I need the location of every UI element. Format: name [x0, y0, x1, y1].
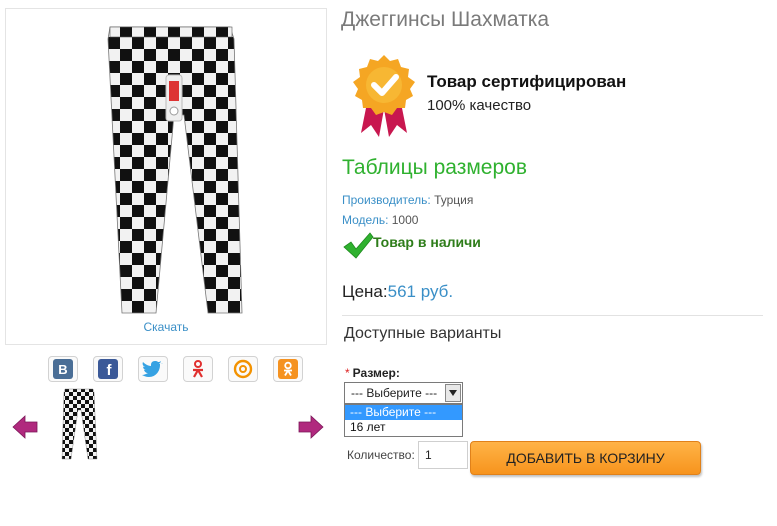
certificate-badge-icon	[353, 55, 415, 137]
model-label: Модель:	[342, 213, 389, 227]
price-label: Цена:	[342, 282, 388, 301]
size-option[interactable]: --- Выберите ---	[345, 405, 462, 420]
ok-icon[interactable]	[273, 356, 303, 382]
quantity-label: Количество:	[347, 448, 415, 462]
size-label: * Размер:	[345, 366, 400, 380]
divider	[342, 315, 763, 316]
manufacturer-row: Производитель: Турция	[342, 193, 473, 207]
product-image[interactable]	[96, 25, 246, 315]
checkmark-icon	[343, 232, 374, 259]
chevron-down-icon[interactable]	[445, 384, 461, 402]
size-select-value: --- Выберите ---	[351, 386, 438, 400]
model-value: 1000	[391, 213, 419, 227]
product-thumbnail[interactable]	[57, 388, 101, 460]
size-option[interactable]: 16 лет	[345, 420, 462, 435]
stock-status: Товар в наличи	[373, 234, 481, 250]
add-to-cart-button[interactable]: ДОБАВИТЬ В КОРЗИНУ	[470, 441, 701, 475]
odnoklassniki-icon[interactable]	[183, 356, 213, 382]
svg-text:В: В	[58, 362, 67, 377]
download-link[interactable]: Скачать	[6, 320, 326, 334]
manufacturer-link[interactable]: Производитель:	[342, 193, 431, 207]
required-mark: *	[345, 366, 350, 380]
manufacturer-value: Турция	[434, 193, 474, 207]
model-row: Модель: 1000	[342, 213, 418, 227]
size-label-text: Размер:	[352, 366, 400, 380]
size-dropdown-list: --- Выберите --- 16 лет	[344, 404, 463, 437]
mail-ru-icon[interactable]	[228, 356, 258, 382]
facebook-icon[interactable]: f	[93, 356, 123, 382]
product-title: Джеггинсы Шахматка	[341, 8, 550, 31]
prev-arrow-icon[interactable]	[12, 415, 38, 439]
size-select[interactable]: --- Выберите ---	[344, 382, 463, 404]
price-value: 561 руб.	[387, 282, 454, 301]
certificate-subtitle: 100% качество	[427, 97, 532, 114]
variants-heading: Доступные варианты	[344, 325, 502, 342]
next-arrow-icon[interactable]	[298, 415, 324, 439]
size-table-link[interactable]: Таблицы размеров	[342, 156, 527, 180]
price-row: Цена:561 руб.	[342, 282, 453, 302]
vk-icon[interactable]: В	[48, 356, 78, 382]
quantity-input[interactable]: 1	[418, 441, 468, 469]
twitter-icon[interactable]	[138, 356, 168, 382]
certificate-title: Товар сертифицирован	[427, 72, 627, 91]
product-image-box: Скачать	[5, 8, 327, 345]
